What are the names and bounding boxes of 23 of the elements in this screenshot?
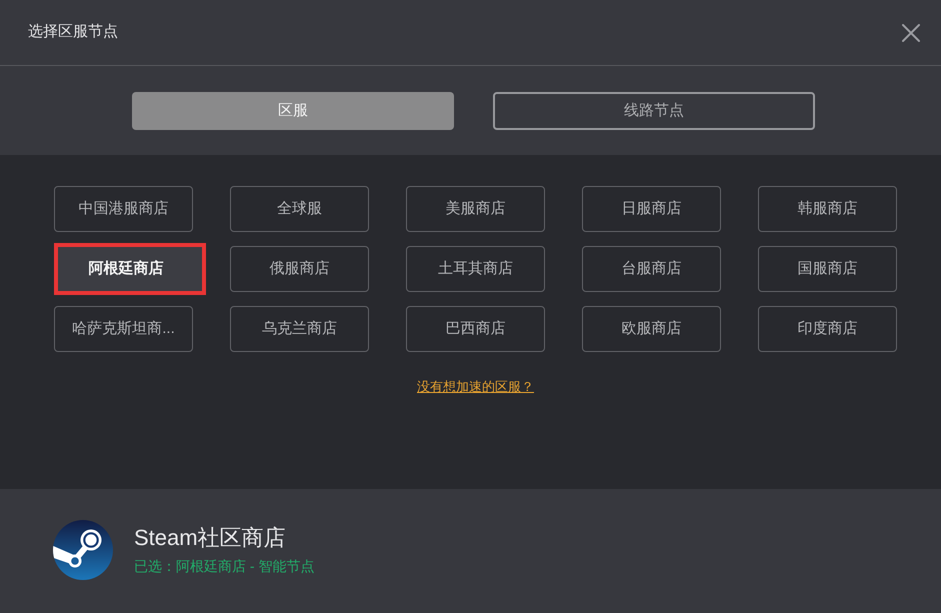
- region-button[interactable]: 日服商店: [582, 186, 721, 232]
- region-button[interactable]: 中国港服商店: [54, 186, 193, 232]
- region-button[interactable]: 国服商店: [758, 246, 897, 292]
- game-title: Steam社区商店: [134, 525, 287, 551]
- region-button[interactable]: 欧服商店: [582, 306, 721, 352]
- region-button[interactable]: 乌克兰商店: [230, 306, 369, 352]
- close-icon: [902, 24, 920, 42]
- region-button[interactable]: 巴西商店: [406, 306, 545, 352]
- tab[interactable]: 线路节点: [493, 92, 815, 130]
- region-button[interactable]: 全球服: [230, 186, 369, 232]
- region-button[interactable]: 土耳其商店: [406, 246, 545, 292]
- help-link[interactable]: 没有想加速的区服？: [417, 377, 534, 396]
- region-button[interactable]: 韩服商店: [758, 186, 897, 232]
- region-button[interactable]: 哈萨克斯坦商...: [54, 306, 193, 352]
- region-button[interactable]: 印度商店: [758, 306, 897, 352]
- close-button[interactable]: [901, 22, 921, 42]
- selection-status: 已选：阿根廷商店 - 智能节点: [134, 557, 314, 575]
- region-button[interactable]: 俄服商店: [230, 246, 369, 292]
- region-button[interactable]: 台服商店: [582, 246, 721, 292]
- app-logo-icon: [53, 520, 113, 580]
- region-button[interactable]: 美服商店: [406, 186, 545, 232]
- region-button[interactable]: 阿根廷商店: [54, 243, 206, 295]
- window-title: 选择区服节点: [28, 22, 118, 42]
